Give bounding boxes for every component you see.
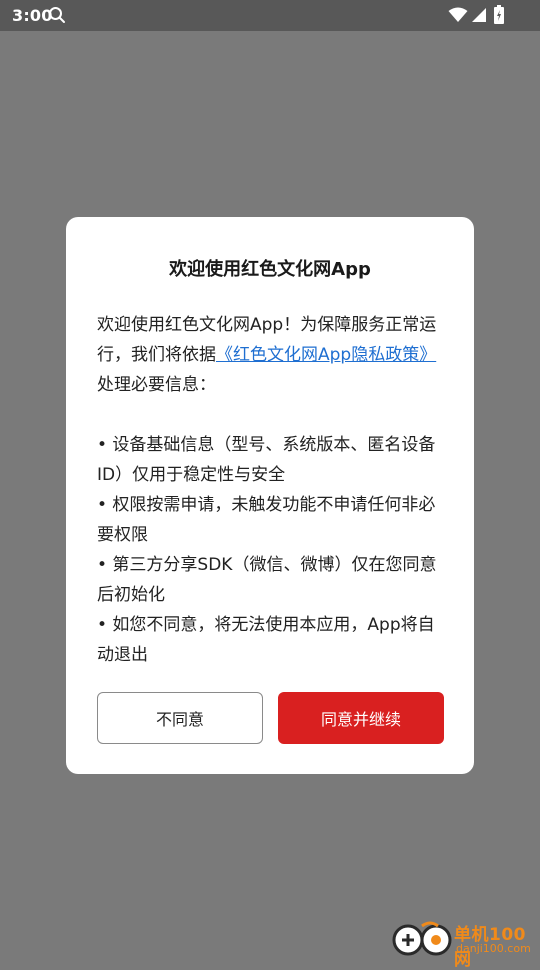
dialog-body: 欢迎使用红色文化网App！为保障服务正常运行，我们将依据《红色文化网App隐私政…: [97, 310, 447, 670]
battery-icon: [494, 5, 504, 24]
list-item: • 如您不同意，将无法使用本应用，App将自动退出: [97, 615, 435, 665]
privacy-dialog: 欢迎使用红色文化网App 欢迎使用红色文化网App！为保障服务正常运行，我们将依…: [66, 217, 474, 774]
dialog-intro: 欢迎使用红色文化网App！为保障服务正常运行，我们将依据《红色文化网App隐私政…: [97, 310, 447, 400]
list-item: • 第三方分享SDK（微信、微博）仅在您同意后初始化: [97, 555, 437, 605]
intro-suffix: 处理必要信息：: [97, 375, 216, 395]
wifi-icon: [448, 7, 468, 22]
list-item: • 权限按需申请，未触发功能不申请任何非必要权限: [97, 495, 436, 545]
dialog-title: 欢迎使用红色文化网App: [169, 259, 371, 280]
privacy-policy-link[interactable]: 《红色文化网App隐私政策》: [216, 345, 436, 365]
watermark-domain: danji100.com: [456, 942, 531, 955]
status-time: 3:00: [12, 6, 53, 25]
status-bar: 3:00: [0, 0, 540, 31]
watermark: 单机100网 danji100.com: [392, 918, 538, 970]
search-icon: [49, 7, 65, 23]
signal-icon: [472, 8, 486, 22]
list-item: • 设备基础信息（型号、系统版本、匿名设备ID）仅用于稳定性与安全: [97, 435, 436, 485]
decline-button[interactable]: 不同意: [97, 692, 263, 744]
accept-continue-button[interactable]: 同意并继续: [278, 692, 444, 744]
watermark-logo-icon: [392, 921, 452, 956]
